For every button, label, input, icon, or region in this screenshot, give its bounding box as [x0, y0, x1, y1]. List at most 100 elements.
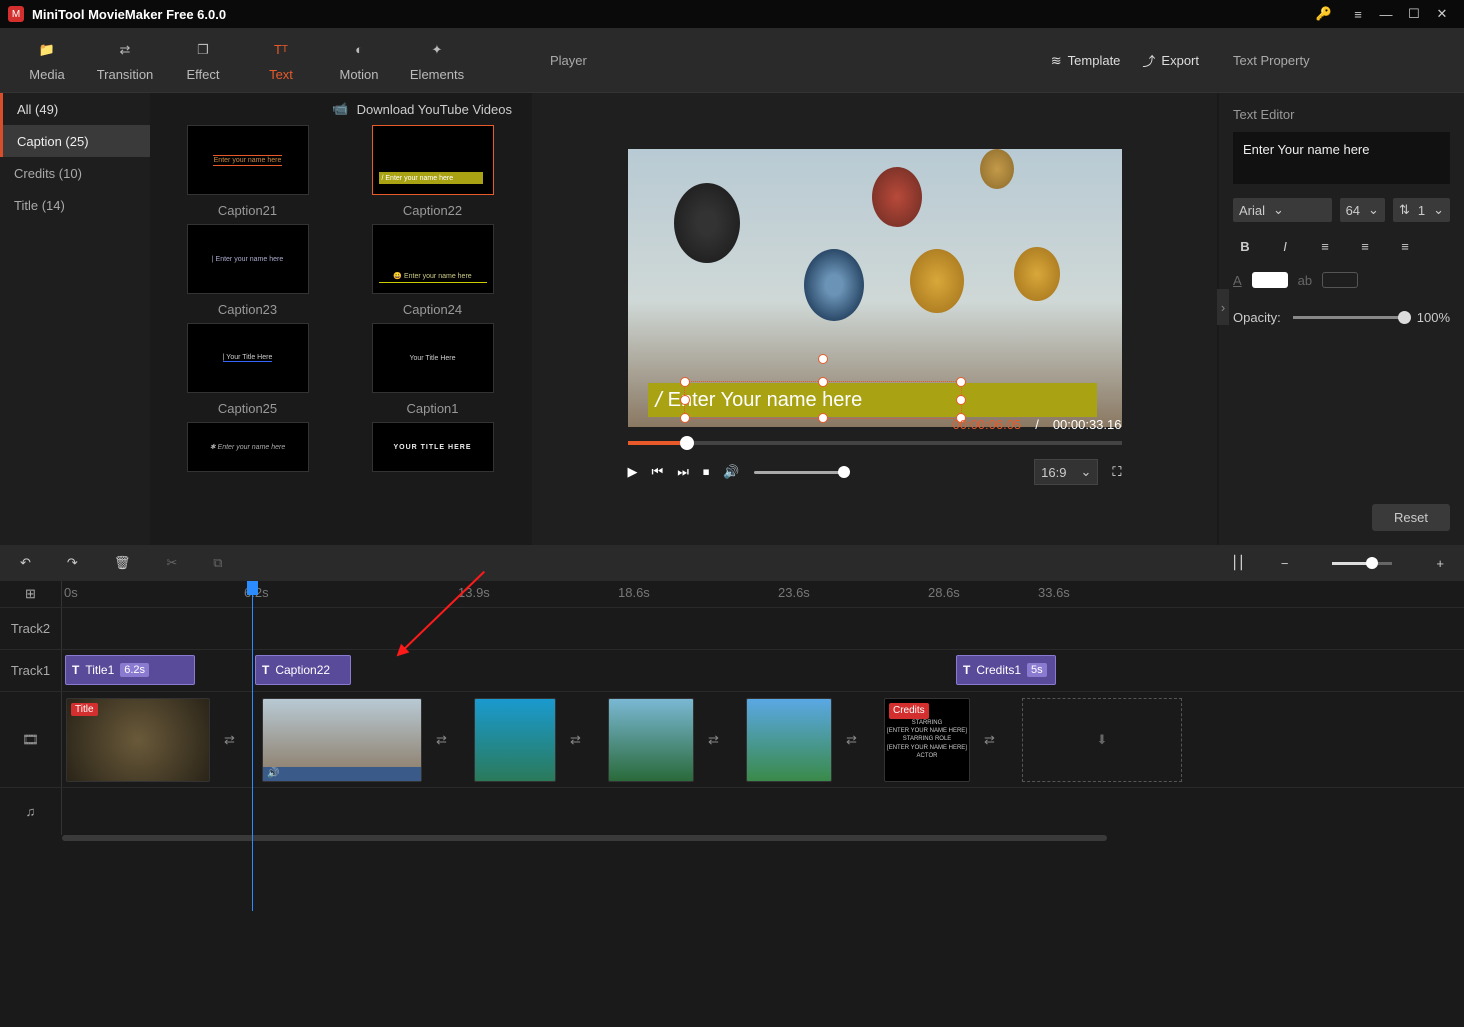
tab-text[interactable]: TTText	[242, 28, 320, 92]
timeline-ruler[interactable]: 0s 6.2s 13.9s 18.6s 23.6s 28.6s 33.6s	[62, 581, 1464, 607]
align-left-button[interactable]: ≡	[1313, 234, 1337, 258]
thumb-item[interactable]: YOUR TITLE HERE	[372, 422, 494, 472]
video-clip1[interactable]: Title	[66, 698, 210, 782]
tab-effect[interactable]: ❐Effect	[164, 28, 242, 92]
transition-icon[interactable]: ⇄	[708, 732, 732, 748]
template-button[interactable]: ≋Template	[1051, 53, 1121, 69]
sidebar-item-all[interactable]: All (49)	[0, 93, 150, 125]
volume-slider[interactable]	[754, 471, 844, 474]
clip-label: Title1	[85, 663, 114, 677]
highlight-swatch[interactable]	[1322, 272, 1358, 288]
close-button[interactable]: ✕	[1428, 0, 1456, 28]
align-center-button[interactable]: ≡	[1353, 234, 1377, 258]
transition-icon[interactable]: ⇄	[984, 732, 1008, 748]
thumb-label: Caption22	[403, 203, 462, 218]
thumb-caption1[interactable]: Your Title Here	[372, 323, 494, 393]
zoom-out-icon[interactable]: −	[1281, 556, 1289, 571]
thumb-caption22[interactable]: / Enter your name here	[372, 125, 494, 195]
volume-icon[interactable]: 🔊	[723, 464, 739, 480]
align-right-button[interactable]: ≡	[1393, 234, 1417, 258]
track2-body[interactable]	[62, 608, 1464, 649]
video-clip3[interactable]	[474, 698, 556, 782]
tag-credits: Credits	[889, 703, 929, 719]
video-clip-credits[interactable]: Credits STARRING [ENTER YOUR NAME HERE] …	[884, 698, 970, 782]
dropzone[interactable]: ⬇	[1022, 698, 1182, 782]
line-select[interactable]: ⇅1⌄	[1393, 198, 1450, 222]
app-title: MiniTool MovieMaker Free 6.0.0	[32, 7, 226, 22]
clip-credits1[interactable]: TCredits15s	[956, 655, 1056, 685]
crop-icon[interactable]: ⧉	[213, 555, 222, 571]
sidebar-item-title[interactable]: Title (14)	[0, 189, 150, 221]
balloon-decor	[872, 167, 922, 227]
tab-media[interactable]: 📁Media	[8, 28, 86, 92]
app-logo: M	[8, 6, 24, 22]
video-track-body[interactable]: Title ⇄ 🔊 ⇄ ⇄ ⇄ ⇄ Credits STARRING [ENTE…	[62, 692, 1464, 787]
sidebar-item-caption[interactable]: Caption (25)	[0, 125, 150, 157]
text-input[interactable]: Enter Your name here	[1233, 132, 1450, 184]
category-sidebar: All (49) Caption (25) Credits (10) Title…	[0, 93, 150, 545]
font-select[interactable]: Arial ⌄	[1233, 198, 1332, 222]
player-title: Player	[550, 53, 587, 68]
size-select[interactable]: 64⌄	[1340, 198, 1385, 222]
credits-line: STARRING	[912, 719, 943, 727]
preview-canvas[interactable]: / Enter Your name here	[628, 149, 1122, 427]
balloon-decor	[804, 249, 864, 321]
next-icon[interactable]: ⏭	[677, 464, 689, 480]
play-icon[interactable]: ▶	[628, 464, 638, 480]
tab-elements[interactable]: ✦Elements	[398, 28, 476, 92]
playhead[interactable]	[252, 581, 253, 911]
key-icon[interactable]: 🔑	[1316, 6, 1332, 22]
bold-button[interactable]: B	[1233, 234, 1257, 258]
thumb-caption25[interactable]: | Your Title Here	[187, 323, 309, 393]
audio-track-icon: ♫	[0, 788, 62, 835]
fullscreen-icon[interactable]: ⛶	[1112, 464, 1121, 480]
thumb-item[interactable]: ✱ Enter your name here	[187, 422, 309, 472]
clip-caption22[interactable]: TCaption22	[255, 655, 351, 685]
minimize-button[interactable]: —	[1372, 0, 1400, 28]
expand-handle[interactable]: ›	[1217, 289, 1229, 325]
text-color-swatch[interactable]	[1252, 272, 1288, 288]
tab-motion[interactable]: ◐Motion	[320, 28, 398, 92]
tab-transition[interactable]: ⇄Transition	[86, 28, 164, 92]
video-clip5[interactable]	[746, 698, 832, 782]
thumb-caption24[interactable]: 😀 Enter your name here	[372, 224, 494, 294]
transition-icon[interactable]: ⇄	[570, 732, 594, 748]
balloon-decor	[1014, 247, 1060, 301]
prev-icon[interactable]: ⏮	[652, 464, 664, 480]
chevron-down-icon: ⌄	[1273, 202, 1284, 218]
opacity-slider[interactable]	[1293, 316, 1405, 319]
transition-icon[interactable]: ⇄	[846, 732, 870, 748]
sidebar-item-credits[interactable]: Credits (10)	[0, 157, 150, 189]
audio-track-body[interactable]	[62, 788, 1464, 835]
menu-icon[interactable]: ≡	[1344, 0, 1372, 28]
italic-button[interactable]: I	[1273, 234, 1297, 258]
sidebar-credits-label: Credits (10)	[14, 166, 82, 181]
video-clip2[interactable]: 🔊	[262, 698, 422, 782]
scrubber[interactable]	[628, 441, 1122, 445]
props-title: Text Property	[1233, 53, 1310, 68]
export-button[interactable]: ⤴Export	[1142, 51, 1199, 70]
video-clip4[interactable]	[608, 698, 694, 782]
clip-title1[interactable]: TTitle16.2s	[65, 655, 195, 685]
stop-icon[interactable]: ⏹	[703, 464, 710, 480]
maximize-button[interactable]: ☐	[1400, 0, 1428, 28]
undo-icon[interactable]: ↶	[20, 555, 31, 571]
delete-icon[interactable]: 🗑	[114, 555, 131, 571]
zoom-slider[interactable]	[1332, 562, 1392, 565]
track1-body[interactable]: TTitle16.2s TCaption22 ↔ TCredits15s	[62, 650, 1464, 691]
reset-button[interactable]: Reset	[1372, 504, 1450, 531]
redo-icon[interactable]: ↷	[67, 555, 78, 571]
add-track-button[interactable]: ⊞	[0, 581, 62, 607]
download-link[interactable]: Download YouTube Videos	[357, 102, 512, 117]
snap-icon[interactable]: ⎮⎮	[1231, 555, 1245, 571]
thumb-caption23[interactable]: | Enter your name here	[187, 224, 309, 294]
thumb-caption21[interactable]: Enter your name here	[187, 125, 309, 195]
caption-overlay[interactable]: / Enter Your name here	[648, 383, 1097, 417]
transition-icon[interactable]: ⇄	[224, 732, 248, 748]
cut-icon[interactable]: ✂	[166, 555, 177, 571]
aspect-select[interactable]: 16:9⌄	[1034, 459, 1098, 485]
transition-icon[interactable]: ⇄	[436, 732, 460, 748]
zoom-in-icon[interactable]: +	[1436, 556, 1444, 571]
font-label: Arial	[1239, 203, 1265, 218]
horizontal-scrollbar[interactable]	[62, 835, 1107, 841]
